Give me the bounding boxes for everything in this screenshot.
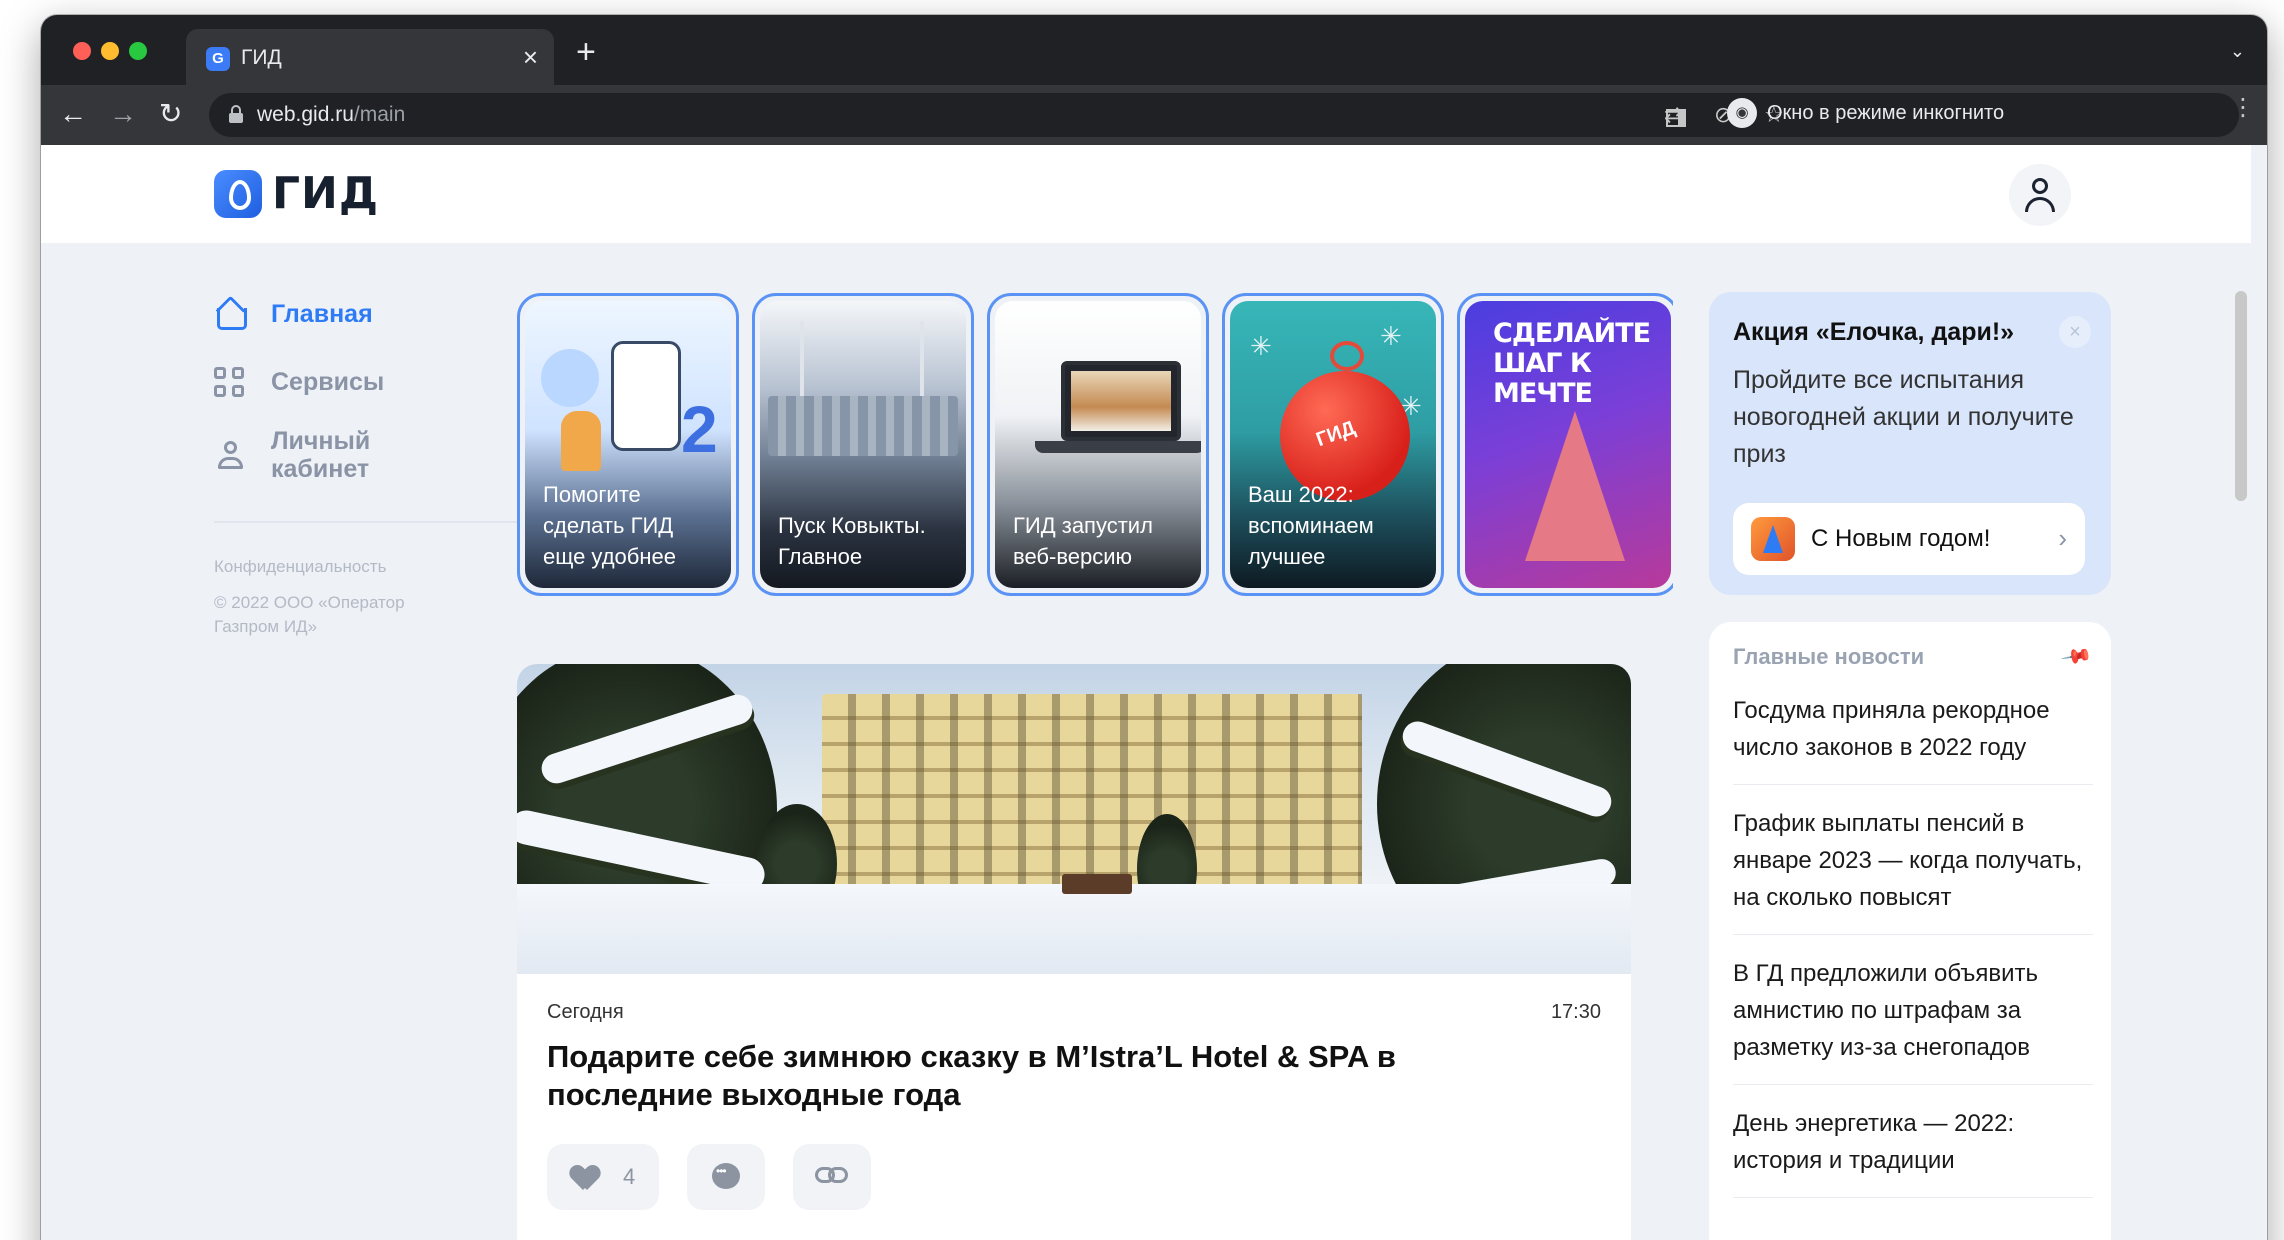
stories-carousel: 2 Помогите сделать ГИД еще удобнее Пуск … [517, 293, 1673, 596]
new-tab-button[interactable]: + [576, 35, 596, 69]
story-headline: СДЕЛАЙТЕ ШАГ К МЕЧТЕ [1493, 318, 1651, 409]
url-path: /main [353, 103, 406, 126]
sidebar: Главная Сервисы Личный кабинет Конфиденц… [214, 285, 519, 651]
story-caption: Помогите сделать ГИД еще удобнее [543, 482, 676, 569]
comment-button[interactable] [687, 1144, 765, 1210]
article-time: 17:30 [1550, 1001, 1601, 1023]
news-item[interactable]: Госдума приняла рекордное число законов … [1733, 692, 2093, 785]
heart-icon [571, 1166, 599, 1190]
tab-strip: G ГИД × + ⌄ [41, 15, 2267, 85]
sidebar-item-label: Главная [271, 300, 373, 328]
gid-logo-icon [214, 170, 262, 218]
promo-button-label: С Новым годом! [1811, 525, 1991, 552]
sidebar-divider [214, 521, 519, 523]
news-item[interactable]: График выплаты пенсий в январе 2023 — ко… [1733, 805, 2093, 935]
logo-text: ГИД [272, 168, 380, 219]
chevron-right-icon: › [2058, 523, 2067, 553]
news-item[interactable]: День энергетика — 2022: история и традиц… [1733, 1105, 2093, 1198]
page-scrollbar[interactable] [2235, 291, 2247, 501]
back-icon[interactable]: ← [59, 97, 87, 131]
browser-window: G ГИД × + ⌄ ← → ↻ web.gid.ru/main ⇄ ⊘ ☆ … [41, 15, 2267, 1240]
promo-title: Акция «Елочка, дари!» [1733, 318, 2015, 346]
story-card[interactable]: ГИД запустил веб-версию [987, 293, 1209, 596]
incognito-label: Окно в режиме инкогнито [1767, 102, 2005, 124]
like-button[interactable]: 4 [547, 1144, 659, 1210]
url-host: web.gid.ru [257, 103, 354, 126]
story-card[interactable]: ✳ ✳ ✳ ГИД Ваш 2022: вспоминаем лучшее [1222, 293, 1444, 596]
close-window-button[interactable] [73, 42, 91, 60]
url-text[interactable]: web.gid.ru/main [257, 103, 405, 127]
promo-text: Пройдите все испытания новогодней акции … [1733, 366, 2074, 468]
close-icon[interactable]: × [2059, 316, 2091, 348]
browser-tab[interactable]: G ГИД × [186, 29, 554, 85]
side-panel-icon[interactable] [1666, 109, 1686, 127]
copy-link-button[interactable] [793, 1144, 871, 1210]
featured-article[interactable]: Сегодня 17:30 Подарите себе зимнюю сказк… [517, 664, 1631, 1240]
profile-button[interactable] [2009, 164, 2071, 226]
minimize-window-button[interactable] [101, 42, 119, 60]
news-heading: Главные новости [1733, 644, 1925, 669]
incognito-icon: ◉ [1727, 98, 1757, 128]
pin-icon[interactable]: 📌 [2059, 639, 2094, 674]
home-icon [214, 297, 248, 331]
menu-icon[interactable]: ⋮ [2231, 96, 2255, 120]
incognito-indicator[interactable]: ◉ Окно в режиме инкогнито [1717, 95, 2022, 131]
tree-image [1525, 411, 1625, 561]
site-header: ГИД [41, 145, 2251, 243]
story-caption: Ваш 2022: вспоминаем лучшее [1248, 482, 1374, 569]
sidebar-item-services[interactable]: Сервисы [214, 353, 519, 413]
person-icon [214, 437, 248, 471]
article-date: Сегодня [547, 1001, 624, 1023]
grid-icon [214, 365, 248, 399]
story-card[interactable]: СДЕЛАЙТЕ ШАГ К МЕЧТЕ [1457, 293, 1673, 596]
lock-icon[interactable] [229, 105, 243, 123]
gas-plant-image [768, 396, 958, 456]
christmas-tree-icon [1751, 517, 1795, 561]
sidebar-item-label: Личный кабинет [271, 427, 371, 483]
hotel-winter-image [517, 664, 1631, 974]
sidebar-item-home[interactable]: Главная [214, 285, 519, 345]
like-count: 4 [623, 1164, 636, 1189]
tab-title: ГИД [241, 46, 282, 69]
comment-icon [712, 1163, 740, 1189]
reload-icon[interactable]: ↻ [159, 97, 182, 131]
user-icon [2032, 178, 2048, 194]
story-card[interactable]: 2 Помогите сделать ГИД еще удобнее [517, 293, 739, 596]
forward-icon[interactable]: → [109, 97, 137, 131]
top-news-panel: Главные новости 📌 Госдума приняла рекорд… [1709, 622, 2111, 1240]
browser-toolbar: ← → ↻ web.gid.ru/main ⇄ ⊘ ☆ ◉ Окно в реж… [41, 85, 2267, 145]
tab-search-chevron-icon[interactable]: ⌄ [2230, 41, 2245, 62]
story-card[interactable]: Пуск Ковыкты. Главное [752, 293, 974, 596]
news-item[interactable]: В ГД предложили объявить амнистию по штр… [1733, 955, 2093, 1085]
laptop-image [1061, 361, 1181, 441]
story-caption: ГИД запустил веб-версию [1013, 513, 1153, 569]
privacy-link[interactable]: Конфиденциальность [214, 555, 519, 579]
sidebar-item-account[interactable]: Личный кабинет [214, 421, 519, 501]
sidebar-item-label: Сервисы [271, 368, 385, 396]
promo-card: Акция «Елочка, дари!» × Пройдите все исп… [1709, 292, 2111, 595]
article-title[interactable]: Подарите себе зимнюю сказку в M’Istra’L … [547, 1038, 1547, 1114]
gid-favicon-icon: G [206, 47, 230, 71]
link-icon [815, 1167, 849, 1187]
maximize-window-button[interactable] [129, 42, 147, 60]
news-list: Госдума приняла рекордное число законов … [1733, 692, 2093, 1218]
close-tab-icon[interactable]: × [523, 42, 538, 72]
story-caption: Пуск Ковыкты. Главное [778, 513, 926, 569]
page: ГИД Главная Сервисы Личный кабинет Конфи… [41, 145, 2251, 1240]
copyright: © 2022 ООО «Оператор Газпром ИД» [214, 593, 405, 636]
promo-button[interactable]: С Новым годом! › [1733, 503, 2085, 575]
people-phone-illustration: 2 [541, 341, 718, 471]
